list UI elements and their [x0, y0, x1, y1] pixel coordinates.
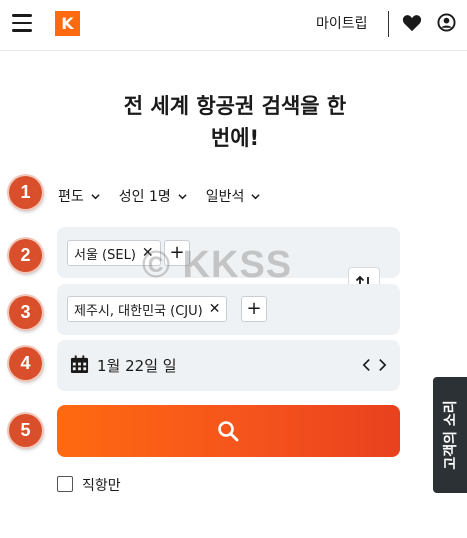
remove-destination-icon[interactable]: ✕: [209, 301, 221, 317]
feedback-label: 고객의 소리: [443, 400, 459, 470]
travelers-label: 성인 1명: [118, 189, 171, 205]
previous-date-icon[interactable]: [362, 358, 371, 372]
origin-chip-label: 서울 (SEL): [74, 247, 136, 263]
search-button[interactable]: [57, 405, 400, 457]
search-options: 편도 성인 1명 일반석: [58, 186, 279, 206]
heart-icon[interactable]: [402, 14, 422, 32]
page-title: 전 세계 항공권 검색을 한 번에!: [60, 90, 410, 154]
step-badge-2: 2: [9, 239, 42, 272]
destination-chip-label: 제주시, 대한민국 (CJU): [74, 303, 203, 319]
trip-type-dropdown[interactable]: 편도: [58, 186, 100, 206]
step-badge-3: 3: [9, 296, 42, 329]
account-icon[interactable]: [437, 13, 456, 32]
chevron-down-icon: [251, 193, 261, 199]
chevron-down-icon: [91, 193, 100, 199]
departure-date: 1월 22일 일: [97, 357, 177, 375]
search-icon: [218, 421, 239, 442]
step-badge-5: 5: [9, 414, 42, 447]
cabin-class-label: 일반석: [205, 189, 245, 205]
nonstop-checkbox[interactable]: [57, 476, 73, 492]
destination-chip: 제주시, 대한민국 (CJU) ✕: [67, 296, 228, 322]
my-trips-link[interactable]: 마이트립: [316, 13, 368, 33]
feedback-tab[interactable]: 고객의 소리: [433, 377, 467, 493]
title-line-2: 번에!: [210, 126, 260, 150]
hamburger-menu-icon[interactable]: [12, 14, 32, 32]
nonstop-label[interactable]: 직항만: [82, 475, 121, 495]
cabin-class-dropdown[interactable]: 일반석: [206, 186, 261, 206]
next-date-icon[interactable]: [378, 358, 387, 372]
step-badge-4: 4: [9, 347, 42, 380]
trip-type-label: 편도: [58, 189, 84, 205]
kayak-logo[interactable]: K: [55, 11, 80, 36]
watermark: © KKSS: [142, 244, 293, 286]
step-badge-1: 1: [9, 176, 42, 209]
chevron-down-icon: [178, 193, 187, 199]
top-header: K 마이트립: [0, 0, 467, 51]
header-divider: [388, 11, 389, 37]
travelers-dropdown[interactable]: 성인 1명: [119, 186, 187, 206]
title-line-1: 전 세계 항공권 검색을 한: [123, 94, 347, 118]
add-destination-button[interactable]: +: [241, 296, 267, 322]
calendar-icon: [70, 355, 89, 374]
